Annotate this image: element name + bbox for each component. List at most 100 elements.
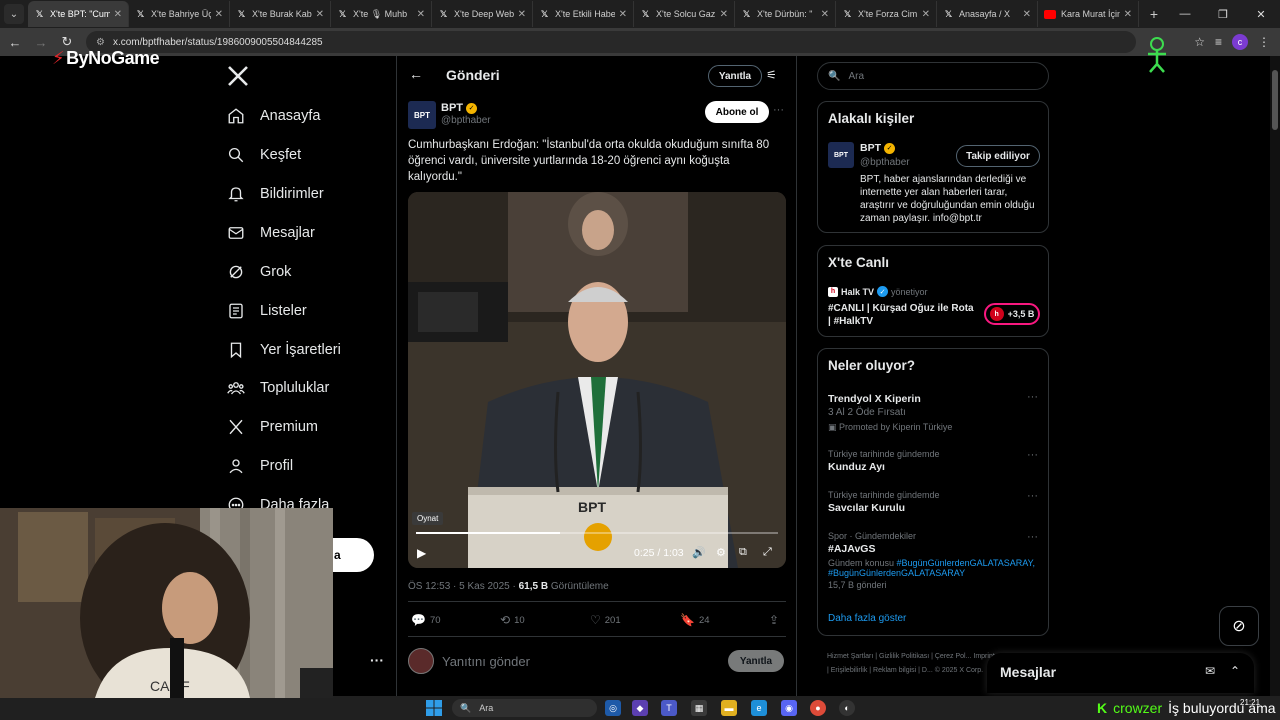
account-more-icon[interactable]: ··· [370,652,384,668]
x-logo-icon[interactable] [226,64,250,88]
tab-close-icon[interactable]: ✕ [1023,9,1031,20]
nav-item-grok[interactable]: Grok [226,257,291,287]
store-icon[interactable]: ▦ [691,700,707,716]
tab-close-icon[interactable]: ✕ [720,9,728,20]
tab-close-icon[interactable]: ✕ [417,9,425,20]
fullscreen-icon[interactable]: ⤢ [763,546,772,559]
browser-tab[interactable]: 𝕏 X'te Solcu Gaz ✕ [634,1,735,27]
tab-close-icon[interactable]: ✕ [1124,9,1132,20]
live-listeners-pill[interactable]: h +3,5 B [984,303,1040,325]
trend-item[interactable]: Spor · Gündemdekiler #AJAvGS Gündem konu… [828,531,1040,590]
nav-item-home[interactable]: Anasayfa [226,101,320,131]
back-button[interactable]: ← [4,31,26,53]
edge-icon[interactable]: e [751,700,767,716]
messages-dock[interactable]: Mesajlar ✉ ⌃ [987,653,1254,693]
settings-icon[interactable]: ⚙ [716,546,726,559]
author-avatar[interactable]: BPT [408,101,436,129]
reply-action[interactable]: 💬 70 [411,613,441,627]
footer-links[interactable]: Hizmet Şartları | Gizlilik Politikası | … [827,650,997,678]
author-name[interactable]: BPT ✓ [441,102,477,114]
browser-tab[interactable]: 𝕏 X'te Forza Cim ✕ [836,1,937,27]
collapse-icon[interactable]: ⌃ [1230,664,1240,678]
discord-icon[interactable]: ◉ [781,700,797,716]
video-player[interactable]: BPT Oynat ▶ 0:25 / 1:03 🔊 ⚙ ⧉ ⤢ [408,192,786,568]
nav-item-bookmark[interactable]: Yer İşaretleri [226,335,341,365]
taskbar-search[interactable]: 🔍 Ara [452,699,597,717]
volume-icon[interactable]: 🔊 [692,546,706,559]
live-stream-title[interactable]: #CANLI | Kürşad Oğuz ile Rota | #HalkTV [828,302,978,328]
nav-item-x-premium[interactable]: Premium [226,412,318,442]
reply-input[interactable]: Yanıtını gönder [442,654,530,669]
tab-close-icon[interactable]: ✕ [215,9,223,20]
repost-action[interactable]: ⟲ 10 [500,613,525,627]
menu-icon[interactable]: ⋮ [1258,35,1270,49]
tab-search-button[interactable]: ⌄ [4,4,24,24]
reply-send-button[interactable]: Yanıtla [728,650,784,672]
trend-item[interactable]: Trendyol X Kiperin 3 Al 2 Öde Fırsatı ▣ … [828,391,1040,433]
teams-icon[interactable]: T [661,700,677,716]
following-button[interactable]: Takip ediliyor [956,145,1040,167]
scrollbar[interactable] [1270,56,1280,696]
trend-more-icon[interactable]: ··· [1027,449,1038,461]
tab-close-icon[interactable]: ✕ [316,9,324,20]
maximize-button[interactable]: ❐ [1204,8,1242,21]
minimize-button[interactable]: — [1166,8,1204,21]
bookmark-action[interactable]: 🔖 24 [680,613,710,627]
live-host[interactable]: h Halk TV ✓ yönetiyor [828,286,928,297]
folder-icon[interactable]: ▬ [721,700,737,716]
show-more-link[interactable]: Daha fazla göster [828,613,906,624]
trend-more-icon[interactable]: ··· [1027,531,1038,543]
browser-tab[interactable]: 𝕏 X'te Dürbün: " ✕ [735,1,836,27]
play-icon[interactable]: ▶ [417,546,426,560]
browser-tab[interactable]: 𝕏 X'te BPT: "Cum ✕ [28,1,129,27]
chrome-icon[interactable]: ● [810,700,826,716]
close-window-button[interactable]: ✕ [1242,8,1280,21]
back-arrow-icon[interactable]: ← [409,66,423,82]
trend-more-icon[interactable]: ··· [1027,490,1038,502]
related-name[interactable]: BPT ✓ [860,142,895,154]
nav-item-communities[interactable]: Topluluklar [226,373,329,403]
browser-tab[interactable]: 𝕏 Anasayfa / X ✕ [937,1,1038,27]
user-avatar[interactable] [408,648,434,674]
browser-tab[interactable]: 𝕏 X'te Deep Web ✕ [432,1,533,27]
trend-item[interactable]: Türkiye tarihinde gündemde Savcılar Kuru… [828,490,1040,514]
taskbar-app-icon[interactable]: ◐ [839,700,855,716]
new-message-icon[interactable]: ✉ [1205,664,1215,678]
like-action[interactable]: ♡ 201 [590,613,621,627]
nav-item-profile[interactable]: Profil [226,451,293,481]
tab-close-icon[interactable]: ✕ [619,9,627,20]
address-bar[interactable]: ⚙ x.com/bptfhaber/status/198600900550484… [86,31,1136,53]
nav-item-mail[interactable]: Mesajlar [226,218,315,248]
tab-close-icon[interactable]: ✕ [518,9,526,20]
scrollbar-thumb[interactable] [1272,70,1278,130]
taskbar-app-icon[interactable]: ◆ [632,700,648,716]
trend-item[interactable]: Türkiye tarihinde gündemde Kunduz Ayı ··… [828,449,1040,473]
nav-item-list[interactable]: Listeler [226,296,307,326]
taskbar-app-icon[interactable]: ◎ [605,700,621,716]
nav-item-bell[interactable]: Bildirimler [226,179,324,209]
related-handle[interactable]: @bpthaber [860,157,910,168]
subscribe-button[interactable]: Abone ol [705,101,769,123]
filter-icon[interactable]: ⚟ [766,68,777,82]
browser-tab[interactable]: 𝕏 X'te 🎙 Muhb ✕ [331,1,432,27]
browser-tab[interactable]: 𝕏 X'te Bahriye Üç ✕ [129,1,230,27]
tab-close-icon[interactable]: ✕ [114,9,122,20]
tab-close-icon[interactable]: ✕ [821,9,829,20]
author-handle[interactable]: @bpthaber [441,115,491,126]
windows-start-icon[interactable] [426,700,442,716]
browser-tab[interactable]: 𝕏 X'te Etkili Habe ✕ [533,1,634,27]
site-info-icon[interactable]: ⚙ [96,37,105,48]
reply-top-button[interactable]: Yanıtla [708,65,762,87]
search-input[interactable]: 🔍 Ara [817,62,1049,90]
browser-tab[interactable]: 𝕏 X'te Burak Kab ✕ [230,1,331,27]
new-tab-button[interactable]: + [1143,3,1165,25]
nav-item-search[interactable]: Keşfet [226,140,301,170]
post-more-icon[interactable]: ··· [773,104,784,116]
tab-close-icon[interactable]: ✕ [922,9,930,20]
grok-fab-icon[interactable]: ⊘ [1219,606,1259,646]
forward-button[interactable]: → [30,31,52,53]
browser-tab[interactable]: Kara Murat İçin ✕ [1038,1,1139,27]
related-avatar[interactable]: BPT [828,142,854,168]
video-progress-track[interactable] [416,532,778,534]
share-action[interactable]: ⇪ [769,613,779,627]
